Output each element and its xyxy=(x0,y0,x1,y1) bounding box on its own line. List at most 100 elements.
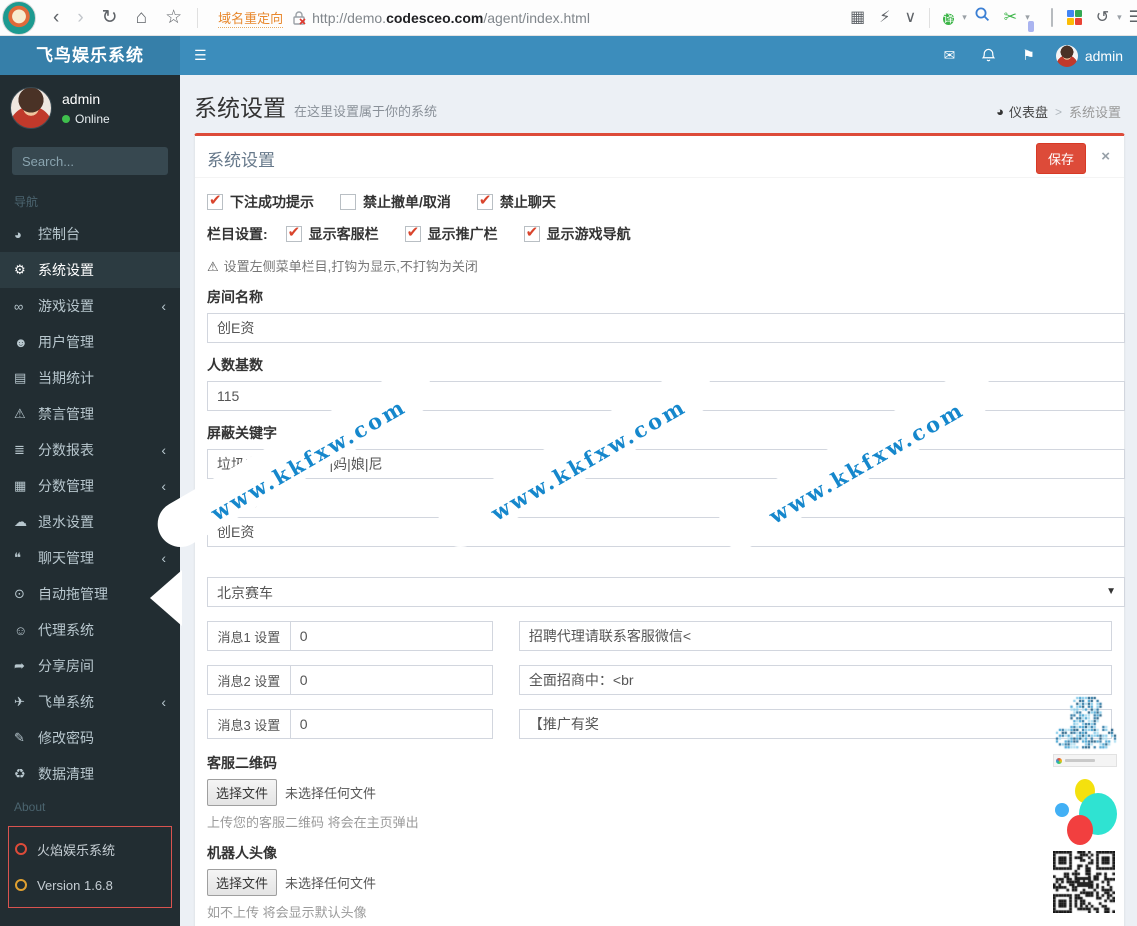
column-checkbox-1[interactable]: 显示推广栏 xyxy=(404,223,498,244)
menu-item-label: 控制台 xyxy=(38,226,80,242)
menu-item-icon: ∞ xyxy=(14,298,24,314)
sidebar-item-0[interactable]: ◕ 控制台 xyxy=(0,216,180,252)
sidebar-item-5[interactable]: ⚠ 禁言管理 xyxy=(0,396,180,432)
game-select[interactable]: 北京赛车 ▼ xyxy=(207,577,1125,607)
sidebar-search-input[interactable] xyxy=(12,147,208,175)
bookmark-star-icon[interactable]: ☆ xyxy=(165,0,182,36)
tasks-flag-icon[interactable]: ⚑ xyxy=(1009,36,1048,75)
translate-icon[interactable]: 译 xyxy=(943,0,955,36)
room-name-label: 房间名称 xyxy=(207,289,263,305)
sidebar-item-system-name[interactable]: 火焰娱乐系统 xyxy=(15,831,165,867)
sidebar-user-panel: admin Online xyxy=(0,75,180,141)
scissors-icon[interactable]: ✂ xyxy=(1004,0,1017,36)
checkbox-label: 显示客服栏 xyxy=(308,226,379,242)
sidebar-user-avatar xyxy=(10,87,52,129)
apps-grid-icon[interactable] xyxy=(1066,10,1082,25)
user-menu[interactable]: admin xyxy=(1048,44,1137,67)
sidebar-item-8[interactable]: ☁ 退水设置 xyxy=(0,504,180,540)
unchecked-checkbox-icon[interactable] xyxy=(340,194,356,210)
checked-checkbox-icon[interactable] xyxy=(207,191,223,210)
sidebar-item-12[interactable]: ➦ 分享房间 xyxy=(0,648,180,684)
toggle-checkbox-1[interactable]: 禁止撤单/取消 xyxy=(340,192,451,212)
sidebar-item-version[interactable]: Version 1.6.8 xyxy=(15,867,165,903)
column-checkbox-0[interactable]: 显示客服栏 xyxy=(285,223,379,244)
people-base-input[interactable] xyxy=(207,381,1125,411)
message1-number-input[interactable] xyxy=(289,621,493,651)
checked-checkbox-icon[interactable] xyxy=(523,223,540,242)
sidebar-toggle-icon[interactable]: ☰ xyxy=(180,47,221,64)
notifications-bell-icon[interactable] xyxy=(968,36,1009,75)
toggle-checkbox-2[interactable]: 禁止聊天 xyxy=(476,191,556,212)
messages-mail-icon[interactable]: ✉ xyxy=(931,36,969,75)
sidebar-item-13[interactable]: ✈ 飞单系统 ‹ xyxy=(0,684,180,720)
chevron-down-icon[interactable]: ∨ xyxy=(905,0,917,36)
breadcrumb-home[interactable]: 仪表盘 xyxy=(1009,102,1048,121)
home-icon[interactable]: ⌂ xyxy=(136,0,147,36)
menu-item-icon: ≣ xyxy=(14,442,25,457)
app-navbar: 飞鸟娱乐系统 ☰ ✉ ⚑ admin xyxy=(0,36,1137,75)
back-icon[interactable]: ‹ xyxy=(53,0,59,36)
translate-caret-icon[interactable]: ▾ xyxy=(962,12,967,23)
qr-code-icon[interactable]: ▦ xyxy=(850,0,865,36)
menu-item-icon: ☻ xyxy=(14,334,28,350)
checkbox-label: 禁止撤单/取消 xyxy=(363,194,451,210)
checked-checkbox-icon[interactable] xyxy=(285,223,302,242)
menu-item-label: 飞单系统 xyxy=(38,694,94,710)
message3-text-input[interactable] xyxy=(518,709,1112,739)
blocked-keywords-input[interactable] xyxy=(207,449,1125,479)
browser-menu-icon[interactable]: ☰ xyxy=(1129,0,1137,36)
grid-outline-icon[interactable] xyxy=(1050,0,1053,36)
sidebar-item-11[interactable]: ☺ 代理系统 xyxy=(0,612,180,648)
sidebar-item-7[interactable]: ▦ 分数管理 ‹ xyxy=(0,468,180,504)
room-name-input[interactable] xyxy=(207,313,1125,343)
sidebar-item-3[interactable]: ☻ 用户管理 xyxy=(0,324,180,360)
insecure-lock-icon[interactable] xyxy=(291,10,307,26)
undo-caret-icon[interactable]: ▾ xyxy=(1117,12,1122,23)
menu-item-label: 分数管理 xyxy=(38,478,94,494)
user-avatar xyxy=(1055,44,1078,67)
message3-number-input[interactable] xyxy=(289,709,493,739)
message3-row: 消息3 设置 xyxy=(207,709,1112,739)
sidebar-item-2[interactable]: ∞ 游戏设置 ‹ xyxy=(0,288,180,324)
undo-icon[interactable]: ↺ xyxy=(1096,0,1109,36)
message2-text-input[interactable] xyxy=(518,665,1112,695)
refresh-icon[interactable]: ↻ xyxy=(102,0,118,36)
upload-helper-text: 上传您的客服二维码 将会在主页弹出 xyxy=(207,815,419,830)
message1-text-input[interactable] xyxy=(518,621,1112,651)
lightning-icon[interactable]: ⚡ xyxy=(879,0,890,36)
save-button[interactable]: 保存 xyxy=(1035,143,1086,174)
sidebar-item-14[interactable]: ✎ 修改密码 xyxy=(0,720,180,756)
forward-icon[interactable]: › xyxy=(77,0,83,36)
checked-checkbox-icon[interactable] xyxy=(476,191,493,210)
sidebar-item-6[interactable]: ≣ 分数报表 ‹ xyxy=(0,432,180,468)
menu-item-icon: ⚙ xyxy=(14,262,26,277)
warning-icon: ⚠ xyxy=(207,259,219,274)
menu-item-label: 自动拖管理 xyxy=(38,586,108,602)
close-icon[interactable]: × xyxy=(1101,148,1110,165)
sidebar-item-4[interactable]: ▤ 当期统计 xyxy=(0,360,180,396)
sidebar-about-header: About xyxy=(14,800,46,814)
menu-item-icon: ▤ xyxy=(14,370,27,385)
message2-number-input[interactable] xyxy=(289,665,493,695)
column-checkbox-2[interactable]: 显示游戏导航 xyxy=(523,223,631,244)
customer-qr-preview-image xyxy=(1053,694,1117,750)
checked-checkbox-icon[interactable] xyxy=(404,223,421,242)
toggle-checkbox-0[interactable]: 下注成功提示 xyxy=(207,191,314,212)
sidebar-item-10[interactable]: ⊙ 自动拖管理 ‹ xyxy=(0,576,180,612)
sidebar-item-1[interactable]: ⚙ 系统设置 xyxy=(0,252,180,288)
dashboard-icon: ◕ xyxy=(996,104,1004,119)
menu-item-icon: ☁ xyxy=(14,514,27,529)
brand-logo[interactable]: 飞鸟娱乐系统 xyxy=(0,36,180,75)
checkbox-label: 显示推广栏 xyxy=(427,226,498,242)
choose-file-button[interactable]: 选择文件 xyxy=(207,779,278,806)
people-base-label: 人数基数 xyxy=(207,357,263,373)
user-menu-name: admin xyxy=(1084,47,1123,64)
sidebar-item-15[interactable]: ♻ 数据清理 xyxy=(0,756,180,792)
address-bar-url[interactable]: http://demo.codesceo.com/agent/index.htm… xyxy=(312,10,590,26)
sidebar-item-9[interactable]: ❝ 聊天管理 ‹ xyxy=(0,540,180,576)
menu-item-label: 修改密码 xyxy=(38,730,94,746)
choose-file-button[interactable]: 选择文件 xyxy=(207,869,278,896)
search-magnifier-icon[interactable] xyxy=(974,0,990,36)
domain-redirect-label[interactable]: 域名重定向 xyxy=(218,8,284,28)
video-text-input[interactable] xyxy=(207,517,1125,547)
